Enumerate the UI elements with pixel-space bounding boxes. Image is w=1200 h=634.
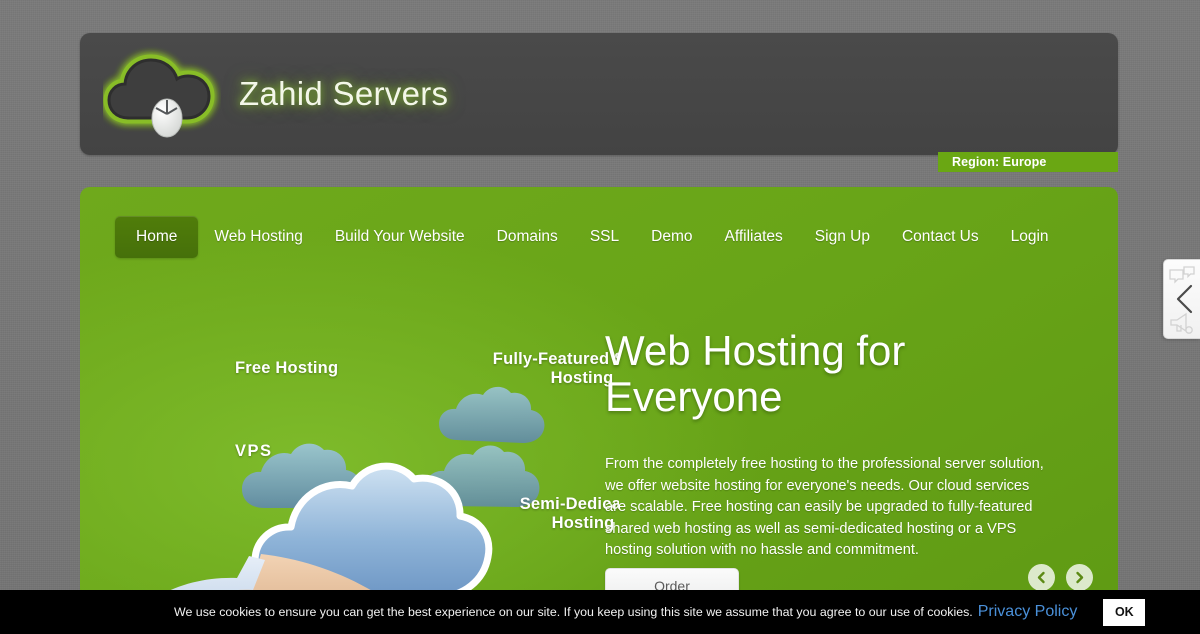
slider-next-button[interactable] bbox=[1066, 564, 1093, 591]
nav-item-login[interactable]: Login bbox=[995, 216, 1065, 258]
hero-text-block: Web Hosting for Everyone From the comple… bbox=[605, 328, 1045, 562]
nav-item-domains[interactable]: Domains bbox=[481, 216, 574, 258]
hero-paragraph: From the completely free hosting to the … bbox=[605, 456, 1044, 558]
label-vps: VPS bbox=[235, 442, 273, 460]
nav-item-home[interactable]: Home bbox=[115, 216, 199, 258]
nav-item-demo[interactable]: Demo bbox=[635, 216, 708, 258]
privacy-policy-link[interactable]: Privacy Policy bbox=[978, 603, 1078, 621]
nav-item-build-your-website[interactable]: Build Your Website bbox=[319, 216, 481, 258]
label-fully-featured: Fully-Featured Shared Hosting bbox=[492, 350, 619, 387]
cookie-consent-bar: We use cookies to ensure you can get the… bbox=[0, 590, 1200, 634]
chevron-left-icon bbox=[1176, 284, 1193, 314]
cloud-mouse-logo-icon[interactable] bbox=[103, 46, 221, 142]
main-navigation: Home Web Hosting Build Your Website Doma… bbox=[115, 216, 1065, 258]
nav-item-contact-us[interactable]: Contact Us bbox=[886, 216, 995, 258]
cookie-ok-button[interactable]: OK bbox=[1103, 598, 1146, 626]
label-free-hosting: Free Hosting bbox=[235, 359, 339, 377]
nav-item-sign-up[interactable]: Sign Up bbox=[799, 216, 886, 258]
hero-heading: Web Hosting for Everyone bbox=[605, 327, 906, 420]
slider-prev-button[interactable] bbox=[1028, 564, 1055, 591]
region-badge[interactable]: Region: Europe bbox=[938, 152, 1118, 172]
brand-title: Zahid Servers bbox=[239, 75, 449, 112]
nav-item-affiliates[interactable]: Affiliates bbox=[708, 216, 798, 258]
site-header: Zahid Servers bbox=[80, 33, 1118, 155]
megaphone-icon bbox=[1170, 312, 1193, 334]
chevron-left-icon bbox=[1037, 571, 1045, 584]
region-label: Region: Europe bbox=[952, 155, 1047, 169]
main-content-panel: Home Web Hosting Build Your Website Doma… bbox=[80, 187, 1118, 634]
slider-navigation bbox=[1028, 564, 1093, 591]
hero-slide-image: Cloud Hosting Free Hosting VPS Fully-Fea… bbox=[157, 308, 619, 634]
chat-bubbles-icon bbox=[1169, 266, 1195, 284]
label-semi-dedicated: Semi-Dedicated Hosting bbox=[519, 495, 619, 532]
nav-item-ssl[interactable]: SSL bbox=[574, 216, 635, 258]
chevron-right-icon bbox=[1076, 571, 1084, 584]
nav-item-web-hosting[interactable]: Web Hosting bbox=[198, 216, 318, 258]
feedback-widget-tab[interactable] bbox=[1163, 259, 1200, 339]
cookie-message: We use cookies to ensure you can get the… bbox=[174, 605, 973, 619]
